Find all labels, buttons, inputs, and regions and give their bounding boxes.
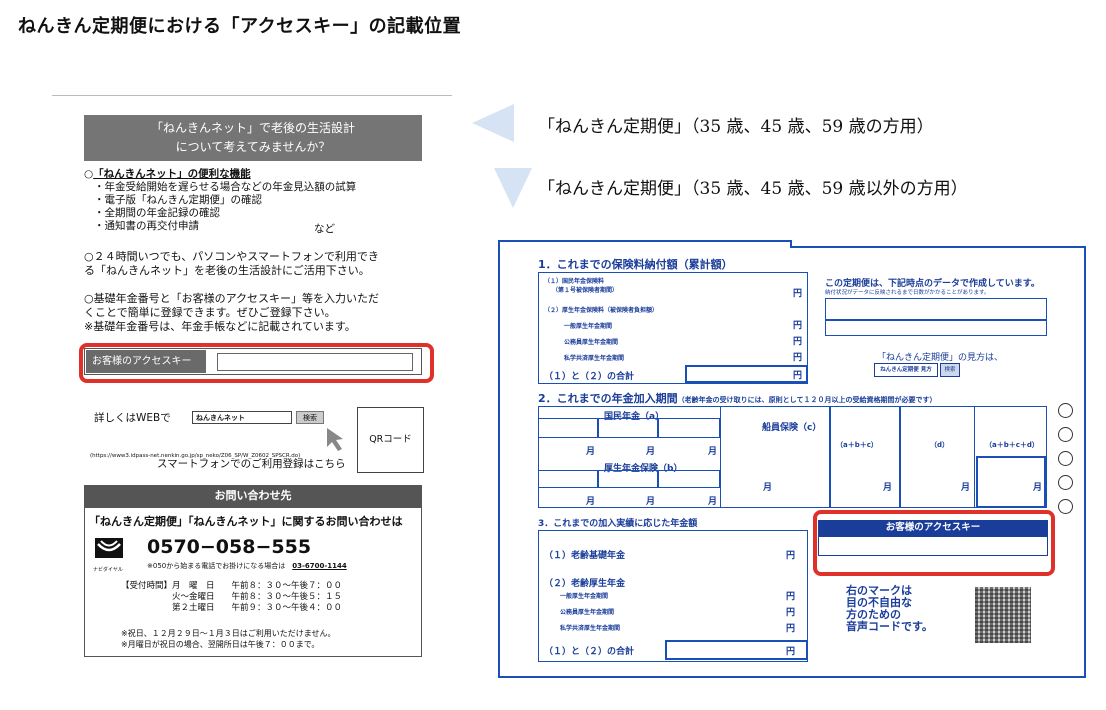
- feature-4: ・通知書の再交付申請: [94, 220, 199, 232]
- web-label: 詳しくはWEBで: [94, 412, 171, 424]
- web-search-button: 検索: [296, 411, 324, 424]
- navi-dial-label: ナビダイヤル: [93, 567, 123, 573]
- voice-code-icon: [975, 587, 1031, 643]
- features-title: 「ねんきんネット」の便利な機能: [93, 168, 251, 180]
- mihon-search-button: 検索: [940, 363, 960, 377]
- features-etc: など: [314, 223, 335, 235]
- teikibin-form: 1．これまでの保険料納付額（累計額） （１）国民年金保険料 （第１号被保険者期間…: [498, 240, 1086, 678]
- left-pointing-triangle-icon: [472, 104, 514, 142]
- voice-code-note: 右のマークは 目の不自由な 方のための 音声コードです。: [846, 584, 933, 633]
- page-title: ねんきん定期便における「アクセスキー」の記載位置: [18, 16, 462, 37]
- contact-box: 「ねんきん定期便」「ねんきんネット」に関するお問い合わせは ナビダイヤル 057…: [84, 507, 422, 657]
- note-1: ※祝日、１２月２９日〜１月３日はご利用いただけません。: [121, 629, 336, 638]
- feature-1: ・年金受給開始を遅らせる場合などの年金見込額の試算: [94, 181, 357, 193]
- para3-line3: ※基礎年金番号は、年金手帳などに記載されています。: [84, 320, 356, 333]
- para2-line2: る「ねんきんネット」を老後の生活設計にご活用下さい。: [84, 264, 370, 277]
- form-access-key-highlight: [813, 510, 1055, 576]
- feature-3: ・全期間の年金記録の確認: [94, 207, 220, 219]
- phone-note: ※050から始まる電話でお掛けになる場合は 03-6700-1144: [147, 562, 347, 570]
- feature-2: ・電子版「ねんきん定期便」の確認: [94, 194, 262, 206]
- section-3-title: 3．これまでの加入実績に応じた年金額: [538, 519, 698, 529]
- contact-title: 「ねんきん定期便」「ねんきんネット」に関するお問い合わせは: [89, 515, 403, 528]
- section-2-title: 2．これまでの年金加入期間（老齢年金の受け取りには、原則として１２０月以上の受給…: [538, 392, 937, 405]
- hours-2: 火〜金曜日 午前８：３０〜午後５：１５: [121, 592, 343, 602]
- access-key-highlight: [79, 343, 434, 383]
- punch-hole-icon: [1058, 451, 1073, 466]
- down-pointing-triangle-icon: [494, 168, 532, 208]
- legend-left-card: 「ねんきん定期便」（35 歳、45 歳、59 歳の方用）: [538, 117, 934, 137]
- punch-hole-icon: [1058, 427, 1073, 442]
- qr-placeholder: QRコード: [357, 407, 424, 473]
- mihon-label: 「ねんきん定期便」の見方は、: [877, 353, 1004, 363]
- navi-dial-icon: [95, 538, 123, 558]
- legend-right-form: 「ねんきん定期便」（35 歳、45 歳、59 歳以外の方用）: [538, 179, 968, 199]
- punch-hole-icon: [1058, 403, 1073, 418]
- mihon-search-box: ねんきん定期便 見方: [874, 363, 938, 377]
- flyer-header: 「ねんきんネット」で老後の生活設計 について考えてみませんか？: [84, 115, 422, 161]
- para2-line1: ○２４時間いつでも、パソコンやスマートフォンで利用でき: [84, 250, 379, 263]
- hours-3: 第２土曜日 午前９：３０〜午後４：００: [121, 603, 343, 613]
- smartphone-register: スマートフォンでのご利用登録はこちら: [157, 458, 346, 470]
- contact-header: お問い合わせ先: [84, 485, 422, 507]
- note-2: ※月曜日が祝日の場合、翌開所日は午後７：００まで。: [121, 640, 320, 649]
- section-1-title: 1．これまでの保険料納付額（累計額）: [538, 258, 733, 271]
- para3-line1: ○基礎年金番号と「お客様のアクセスキー」等を入力いただ: [84, 292, 380, 305]
- punch-hole-icon: [1058, 475, 1073, 490]
- arrow-icon: [327, 428, 343, 451]
- punch-hole-icon: [1058, 499, 1073, 514]
- hours-1: 【受付時間】月 曜 日 午前８：３０〜午後７：００: [121, 581, 343, 591]
- phone-number: 0570−058−555: [147, 536, 312, 558]
- web-search-box: ねんきんネット: [192, 411, 292, 424]
- nenkin-net-flyer: 「ねんきんネット」で老後の生活設計 について考えてみませんか？ ○「ねんきんネッ…: [52, 95, 452, 665]
- para3-line2: くことで簡単に登録できます。ぜひご登録下さい。: [84, 306, 336, 319]
